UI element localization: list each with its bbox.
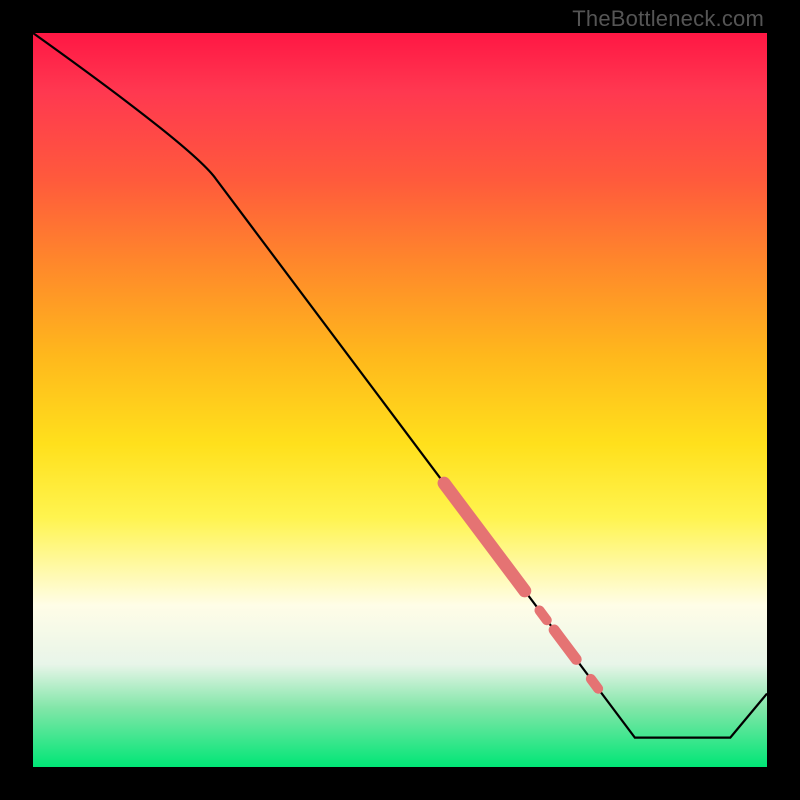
chart-plot-area (33, 33, 767, 767)
curve-line (33, 33, 767, 738)
highlight-segment (539, 610, 546, 620)
curve-highlights (444, 483, 598, 689)
bottleneck-curve (33, 33, 767, 767)
highlight-segment (554, 630, 576, 659)
highlight-segment (591, 679, 598, 689)
highlight-segment (444, 483, 525, 591)
attribution-text: TheBottleneck.com (572, 6, 764, 32)
